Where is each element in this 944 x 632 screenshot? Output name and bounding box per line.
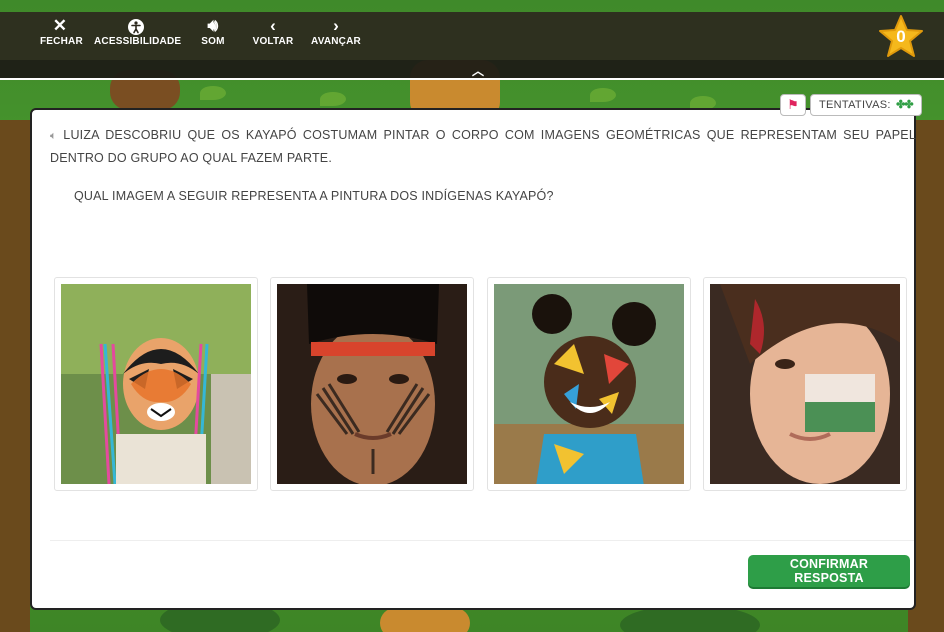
answer-option-4[interactable] bbox=[703, 277, 907, 491]
question-prompt: QUAL IMAGEM A SEGUIR REPRESENTA A PINTUR… bbox=[74, 189, 554, 203]
answer-option-3[interactable] bbox=[487, 277, 691, 491]
attempts-badge: TENTATIVAS: ✤✤ bbox=[810, 94, 922, 116]
chevron-left-icon: ‹ bbox=[270, 16, 276, 35]
score-value: 0 bbox=[896, 27, 906, 46]
accessibility-button[interactable]: ACESSIBILIDADE bbox=[94, 16, 182, 47]
attempts-label: TENTATIVAS: bbox=[819, 99, 891, 111]
option-image bbox=[710, 284, 900, 484]
chevron-up-icon[interactable]: ︿ bbox=[472, 62, 484, 79]
top-toolbar: ✕ FECHAR ACESSIBILIDADE 🔊︎ SOM ‹ VOLTAR … bbox=[0, 12, 944, 60]
sound-button[interactable]: 🔊︎ SOM bbox=[194, 16, 232, 47]
option-image bbox=[61, 284, 251, 484]
answer-option-1[interactable] bbox=[54, 277, 258, 491]
speaker-icon: 🔊︎ bbox=[207, 16, 219, 35]
close-icon: ✕ bbox=[52, 16, 68, 35]
accessibility-icon bbox=[94, 16, 178, 36]
option-image bbox=[277, 284, 467, 484]
question-text: 🔈︎ LUIZA DESCOBRIU QUE OS KAYAPÓ COSTUMAM… bbox=[50, 128, 916, 165]
speaker-icon[interactable]: 🔈︎ bbox=[50, 130, 59, 142]
back-label: VOLTAR bbox=[252, 36, 294, 47]
back-button[interactable]: ‹ VOLTAR bbox=[250, 16, 296, 47]
forward-label: AVANÇAR bbox=[311, 36, 361, 47]
report-button[interactable]: ⚑ bbox=[780, 94, 806, 116]
clover-icon: ✤✤ bbox=[896, 99, 913, 111]
chevron-right-icon: › bbox=[333, 16, 339, 35]
dialog-divider bbox=[50, 540, 914, 541]
flag-icon: ⚑ bbox=[787, 97, 799, 112]
answer-option-2[interactable] bbox=[270, 277, 474, 491]
option-image bbox=[494, 284, 684, 484]
sound-label: SOM bbox=[201, 36, 225, 47]
confirm-answer-button[interactable]: CONFIRMAR RESPOSTA bbox=[748, 555, 910, 587]
forward-button[interactable]: › AVANÇAR bbox=[308, 16, 364, 47]
close-button[interactable]: ✕ FECHAR bbox=[40, 16, 83, 47]
accessibility-label: ACESSIBILIDADE bbox=[94, 36, 182, 47]
close-label: FECHAR bbox=[40, 36, 83, 47]
